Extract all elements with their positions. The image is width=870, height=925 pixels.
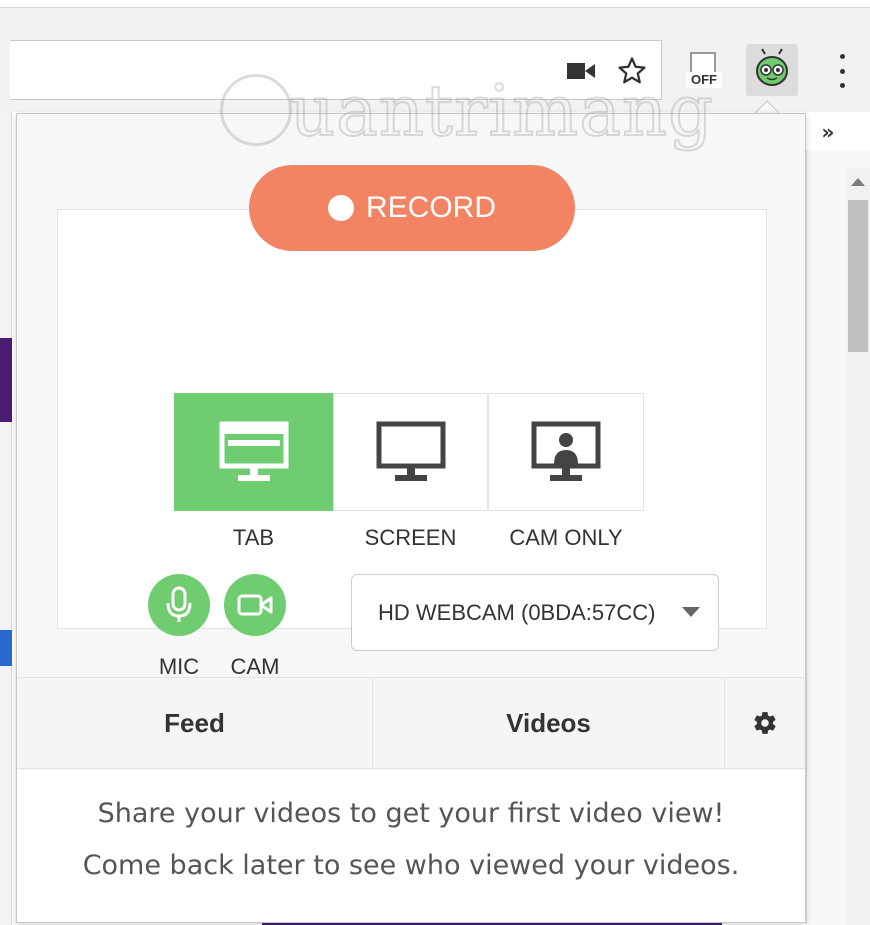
tab-videos[interactable]: Videos: [373, 678, 724, 768]
feed-panel: Share your videos to get your first vide…: [17, 770, 805, 922]
off-extension-label: OFF: [686, 72, 722, 88]
monitor-person-icon: [531, 421, 601, 481]
camera-icon: [237, 594, 273, 616]
mode-tab-button[interactable]: [174, 393, 333, 511]
loom-extension-icon[interactable]: [746, 44, 798, 96]
mode-tab-label: TAB: [232, 525, 275, 550]
bookmark-overflow-button[interactable]: »: [808, 114, 848, 150]
tab-feed[interactable]: Feed: [17, 678, 372, 768]
star-icon[interactable]: [616, 57, 648, 84]
off-extension-icon[interactable]: OFF: [684, 50, 724, 92]
video-camera-icon[interactable]: [566, 58, 596, 84]
camera-select-value: HD WEBCAM (0BDA:57CC): [378, 599, 656, 625]
scroll-up-arrow[interactable]: [851, 178, 865, 186]
microphone-icon: [166, 586, 192, 622]
record-label: RECORD: [365, 191, 496, 224]
mode-screen-label: SCREEN: [364, 525, 457, 550]
record-settings-card: TAB SCREEN CAM ONLY MIC CAM HD WEBCAM (0…: [57, 209, 767, 679]
address-bar[interactable]: [10, 40, 662, 100]
browser-tab-icon: [219, 421, 288, 481]
page-purple-block: [0, 338, 12, 422]
scroll-thumb[interactable]: [848, 200, 868, 352]
camera-select[interactable]: HD WEBCAM (0BDA:57CC): [351, 574, 719, 651]
record-button[interactable]: RECORD: [249, 165, 575, 251]
mode-cam-only-label: CAM ONLY: [509, 525, 623, 550]
mode-cam-only-button[interactable]: [488, 393, 644, 511]
feed-message-line-1: Share your videos to get your first vide…: [97, 798, 725, 829]
page-left-edge: [0, 112, 12, 925]
menu-icon[interactable]: [834, 54, 850, 88]
mode-screen-button[interactable]: [333, 393, 488, 511]
record-dot-icon: [327, 195, 354, 221]
settings-icon: [754, 712, 776, 734]
cam-toggle-button[interactable]: [224, 574, 286, 636]
chevron-down-icon: [682, 607, 700, 617]
feed-message-line-2: Come back later to see who viewed your v…: [82, 850, 740, 881]
mic-toggle-button[interactable]: [148, 574, 210, 636]
tab-strip: [0, 0, 870, 8]
popup-tabs: Feed Videos: [17, 677, 805, 769]
settings-button[interactable]: [725, 678, 805, 768]
loom-popup: TAB SCREEN CAM ONLY MIC CAM HD WEBCAM (0…: [16, 113, 806, 923]
page-blue-block: [0, 630, 12, 666]
monitor-icon: [376, 421, 445, 481]
